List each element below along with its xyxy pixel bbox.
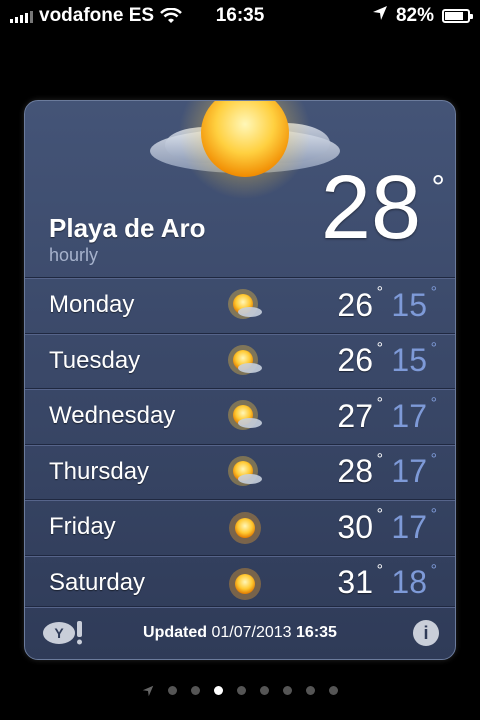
svg-text:Y: Y (54, 625, 64, 641)
page-dot[interactable] (191, 685, 200, 695)
updated-timestamp: Updated 01/07/2013 16:35 (143, 624, 337, 642)
high-degree-symbol: ° (376, 339, 383, 357)
updated-time: 16:35 (296, 624, 337, 641)
forecast-high: 26 (337, 286, 373, 323)
forecast-low: 17 (391, 453, 427, 490)
forecast-high: 27 (337, 397, 373, 434)
high-degree-symbol: ° (376, 450, 383, 468)
updated-label: Updated (143, 624, 208, 641)
high-degree-symbol: ° (376, 395, 383, 412)
low-degree-symbol: ° (430, 561, 437, 579)
page-dot[interactable] (214, 685, 223, 695)
weather-card[interactable]: Playa de Aro hourly 28 ° Monday 26 ° 15 ° Tue… (24, 100, 456, 660)
battery-percent: 82% (395, 5, 434, 26)
sun-cloud-icon (223, 397, 267, 437)
forecast-day: Monday (49, 291, 135, 319)
page-dot[interactable] (329, 685, 338, 695)
page-dot[interactable] (237, 685, 246, 695)
current-temperature: 28 (320, 158, 421, 258)
high-degree-symbol: ° (376, 561, 383, 579)
forecast-list: Monday 26 ° 15 ° Tuesday 26 ° 15 ° Wednesday 27 ° 17 °… (25, 277, 455, 610)
page-dot[interactable] (283, 685, 292, 695)
info-button[interactable]: i (413, 620, 439, 646)
forecast-low: 17 (391, 508, 427, 545)
forecast-high: 31 (337, 564, 373, 601)
forecast-day: Thursday (49, 457, 150, 485)
low-degree-symbol: ° (430, 339, 437, 357)
forecast-low: 15 (391, 342, 427, 379)
sun-cloud-icon (223, 286, 267, 326)
sun-icon (223, 508, 267, 548)
signal-icon (10, 9, 33, 23)
forecast-low: 17 (391, 397, 427, 434)
battery-icon (442, 9, 473, 23)
forecast-row: Friday 30 ° 17 ° (25, 499, 455, 555)
low-degree-symbol: ° (430, 284, 437, 301)
page-dot[interactable] (260, 685, 269, 695)
status-right: 82% (372, 5, 473, 27)
city-name: Playa de Aro (49, 213, 206, 243)
forecast-day: Friday (49, 513, 116, 541)
status-left: vodafone ES (10, 5, 182, 27)
forecast-mode-label: hourly (49, 245, 99, 265)
status-bar: vodafone ES 16:35 82% (0, 0, 480, 32)
battery-fill (445, 12, 464, 20)
wifi-icon (160, 8, 182, 24)
high-degree-symbol: ° (376, 506, 383, 523)
updated-date: 01/07/2013 (211, 624, 292, 641)
forecast-row: Tuesday 26 ° 15 ° (25, 332, 455, 389)
card-footer: Y Updated 01/07/2013 16:35 i (25, 606, 455, 659)
forecast-day: Tuesday (49, 346, 141, 374)
forecast-high: 28 (337, 453, 373, 490)
location-page-icon[interactable] (142, 684, 154, 697)
forecast-low: 18 (391, 564, 427, 601)
yahoo-logo-icon[interactable]: Y (41, 617, 85, 647)
forecast-low: 15 (391, 286, 427, 323)
page-dot[interactable] (306, 685, 315, 695)
forecast-high: 30 (337, 508, 373, 545)
card-header: Playa de Aro hourly 28 ° (25, 101, 455, 277)
page-dot[interactable] (168, 685, 177, 695)
current-degree-symbol: ° (431, 169, 445, 207)
forecast-row: Saturday 31 ° 18 ° (25, 554, 455, 611)
location-arrow-icon (372, 5, 388, 27)
forecast-day: Wednesday (49, 402, 176, 430)
forecast-row: Wednesday 27 ° 17 ° (25, 388, 455, 444)
forecast-row: Monday 26 ° 15 ° (25, 277, 455, 333)
sun-cloud-icon (223, 342, 267, 382)
forecast-row: Thursday 28 ° 17 ° (25, 443, 455, 500)
low-degree-symbol: ° (430, 506, 437, 523)
high-degree-symbol: ° (376, 284, 383, 301)
page-indicator[interactable] (0, 684, 480, 697)
sun-cloud-icon (223, 453, 267, 493)
forecast-day: Saturday (49, 568, 146, 596)
low-degree-symbol: ° (430, 450, 437, 468)
forecast-high: 26 (337, 342, 373, 379)
carrier-name: vodafone ES (39, 5, 155, 26)
sun-icon (223, 564, 267, 604)
low-degree-symbol: ° (430, 395, 437, 412)
